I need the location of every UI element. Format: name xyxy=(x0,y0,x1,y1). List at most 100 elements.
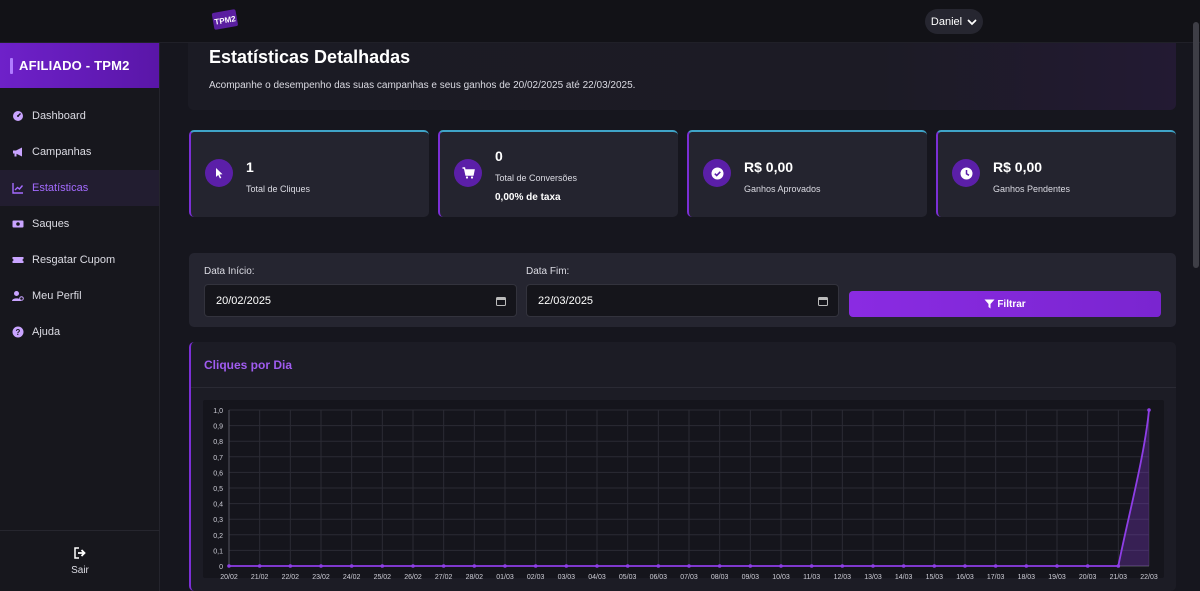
stat-icon-wrap xyxy=(952,159,980,187)
clicks-line-chart: 0 0,1 0,2 0,3 0,4 0,5 0,6 0,7 0,8 0,9 1,0 20/02 21/0… xyxy=(203,400,1164,581)
y-tick-label: 0 xyxy=(219,564,223,571)
stat-rate: 0,00% de taxa xyxy=(495,192,561,203)
data-point xyxy=(503,564,507,568)
data-point xyxy=(288,564,293,568)
stat-icon-wrap xyxy=(703,159,731,187)
sidebar-item-dashboard[interactable]: Dashboard xyxy=(0,98,159,134)
top-bar: TPM2 Daniel xyxy=(0,0,1200,43)
stat-label: Ganhos Pendentes xyxy=(993,184,1071,194)
x-tick-label: 21/02 xyxy=(251,574,269,581)
page-scrollbar[interactable] xyxy=(1193,22,1199,268)
stat-value: 1 xyxy=(246,159,254,175)
x-tick-label: 17/03 xyxy=(987,574,1005,581)
data-point xyxy=(932,564,937,568)
x-tick-label: 04/03 xyxy=(588,574,606,581)
megaphone-icon xyxy=(13,147,22,157)
stat-label: Total de Cliques xyxy=(246,184,311,194)
stat-card-pending: R$ 0,00 Ganhos Pendentes xyxy=(936,130,1176,217)
x-tick-label: 20/03 xyxy=(1079,574,1097,581)
sidebar-item-ajuda[interactable]: ? Ajuda xyxy=(0,314,159,350)
sidebar-item-label: Dashboard xyxy=(32,110,86,122)
sidebar-item-label: Campanhas xyxy=(32,146,92,158)
ticket-icon xyxy=(12,257,24,263)
logout-button[interactable]: Sair xyxy=(0,530,160,591)
stat-icon-wrap xyxy=(454,159,482,187)
x-tick-label: 27/02 xyxy=(435,574,453,581)
user-menu-button[interactable]: Daniel xyxy=(925,9,983,34)
x-tick-label: 18/03 xyxy=(1018,574,1036,581)
x-tick-label: 19/03 xyxy=(1048,574,1066,581)
sidebar-item-estatisticas[interactable]: Estatísticas xyxy=(0,170,159,206)
stat-label: Total de Conversões xyxy=(495,173,578,183)
data-point xyxy=(533,564,538,568)
data-point xyxy=(227,564,231,568)
start-date-input[interactable]: 20/02/2025 xyxy=(204,284,517,317)
y-tick-label: 1,0 xyxy=(213,408,223,415)
clock-icon xyxy=(960,167,972,179)
calendar-icon[interactable] xyxy=(818,296,828,306)
sign-out-icon xyxy=(73,546,86,559)
chart-line-icon xyxy=(12,183,24,194)
stat-value: R$ 0,00 xyxy=(744,159,794,175)
data-point xyxy=(901,564,906,568)
y-tick-label: 0,3 xyxy=(213,517,223,524)
data-point xyxy=(472,564,477,568)
filter-button[interactable]: Filtrar xyxy=(849,291,1161,317)
x-tick-label: 07/03 xyxy=(680,574,698,581)
sidebar-item-meu-perfil[interactable]: Meu Perfil xyxy=(0,278,159,314)
check-circle-icon xyxy=(711,167,723,179)
logout-label: Sair xyxy=(71,564,89,576)
sidebar-item-campanhas[interactable]: Campanhas xyxy=(0,134,159,170)
data-point xyxy=(748,564,753,568)
sidebar-item-label: Meu Perfil xyxy=(32,290,82,302)
x-tick-label: 01/03 xyxy=(496,574,514,581)
data-point xyxy=(963,564,967,568)
user-gear-icon xyxy=(12,291,24,301)
chart-plot-area xyxy=(203,400,1164,578)
svg-text:?: ? xyxy=(16,328,21,337)
x-tick-label: 26/02 xyxy=(404,574,422,581)
x-tick-label: 08/03 xyxy=(711,574,729,581)
y-tick-label: 0,5 xyxy=(213,486,223,493)
x-tick-label: 02/03 xyxy=(527,574,545,581)
x-tick-label: 20/02 xyxy=(220,574,238,581)
x-tick-label: 03/03 xyxy=(558,574,576,581)
data-point xyxy=(871,564,875,568)
date-filter-form: Data Início: 20/02/2025 Data Fim: 22/03/… xyxy=(189,253,1176,327)
stat-icon-wrap xyxy=(205,159,233,187)
y-tick-label: 0,1 xyxy=(213,548,223,555)
filter-button-label: Filtrar xyxy=(997,298,1026,310)
y-tick-label: 0,8 xyxy=(213,439,223,446)
calendar-icon[interactable] xyxy=(496,296,506,306)
data-point xyxy=(1085,564,1090,568)
data-point xyxy=(840,564,845,568)
data-point xyxy=(993,564,998,568)
start-date-label: Data Início: xyxy=(204,266,255,277)
data-point xyxy=(1116,564,1121,568)
page-subtitle: Acompanhe o desempenho das suas campanha… xyxy=(209,80,636,91)
stat-value: R$ 0,00 xyxy=(993,159,1043,175)
data-point xyxy=(319,564,323,568)
sidebar-menu: Dashboard Campanhas Estatísticas Saques … xyxy=(0,98,159,350)
end-date-input[interactable]: 22/03/2025 xyxy=(526,284,839,317)
x-tick-label: 25/02 xyxy=(374,574,392,581)
sidebar-brand: AFILIADO - TPM2 xyxy=(0,43,159,88)
stat-label: Ganhos Aprovados xyxy=(744,184,821,194)
y-tick-label: 0,6 xyxy=(213,470,223,477)
x-tick-label: 24/02 xyxy=(343,574,361,581)
data-point xyxy=(380,564,385,568)
data-point xyxy=(1024,564,1029,568)
stat-card-clicks: 1 Total de Cliques xyxy=(189,130,429,217)
clicks-chart-card: Cliques por Dia 0 0,1 0,2 0,3 0,4 0,5 0,6 0,7 0,… xyxy=(189,342,1176,591)
sidebar-item-saques[interactable]: Saques xyxy=(0,206,159,242)
data-point xyxy=(411,564,415,568)
page-title: Estatísticas Detalhadas xyxy=(209,47,411,67)
data-point xyxy=(625,564,630,568)
sidebar-item-resgatar-cupom[interactable]: Resgatar Cupom xyxy=(0,242,159,278)
sidebar-item-label: Resgatar Cupom xyxy=(32,254,116,266)
stat-value: 0 xyxy=(495,148,503,164)
logo-icon[interactable]: TPM2 xyxy=(211,8,239,32)
end-date-label: Data Fim: xyxy=(526,266,570,277)
x-tick-label: 22/03 xyxy=(1140,574,1158,581)
data-point xyxy=(779,564,783,568)
